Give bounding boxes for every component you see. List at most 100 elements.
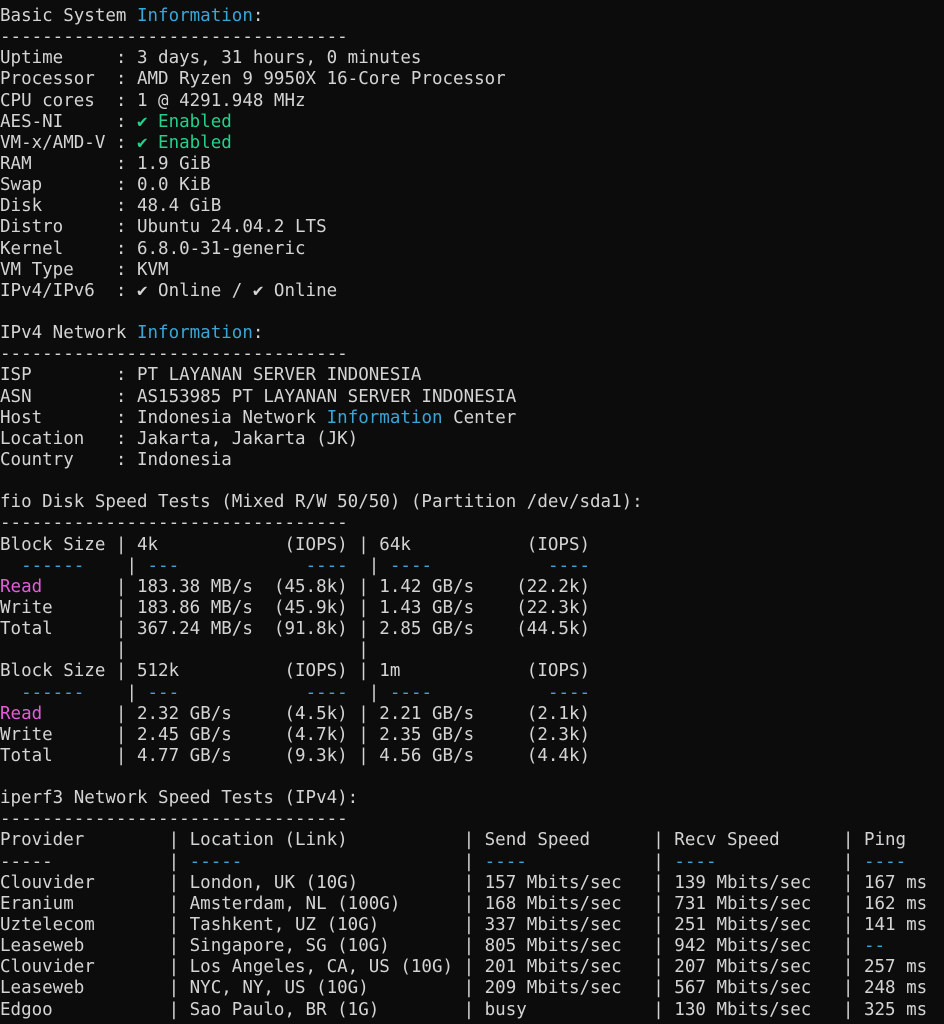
terminal-line: Read | 2.32 GB/s (4.5k) | 2.21 GB/s (2.1… [0, 704, 944, 725]
terminal-text-segment: Processor : AMD Ryzen 9 9950X 16-Core Pr… [0, 69, 506, 90]
terminal-text-segment: --------------------------------- [0, 344, 348, 365]
terminal-line: Block Size | 512k (IOPS) | 1m (IOPS) [0, 661, 944, 682]
terminal-text-segment: --- [147, 682, 180, 703]
terminal-line: ISP : PT LAYANAN SERVER INDONESIA [0, 365, 944, 386]
terminal-text-segment: Block Size | 4k (IOPS) | 64k (IOPS) [0, 534, 591, 555]
terminal-text-segment: ---- [305, 555, 348, 576]
terminal-line: | | [0, 640, 944, 661]
terminal-text-segment: Provider | Location (Link) | Send Speed … [0, 830, 907, 851]
terminal-line: Block Size | 4k (IOPS) | 64k (IOPS) [0, 535, 944, 556]
terminal-line: Read | 183.38 MB/s (45.8k) | 1.42 GB/s (… [0, 577, 944, 598]
terminal-text-segment: --------------------------------- [0, 809, 348, 830]
terminal-text-segment: Clouvider | London, UK (10G) | 157 Mbits… [0, 872, 928, 893]
terminal-text-segment: ---- [389, 555, 433, 576]
terminal-text-segment: ✔ Enabled [136, 132, 232, 153]
terminal-text-segment: --- [147, 555, 180, 576]
terminal-text-segment: Write | 2.45 GB/s (4.7k) | 2.35 GB/s (2.… [0, 724, 591, 745]
terminal-text-segment: Basic System [0, 6, 137, 26]
terminal-text-segment: ASN : AS153985 PT LAYANAN SERVER INDONES… [0, 386, 517, 407]
terminal-line: VM-x/AMD-V : ✔ Enabled [0, 133, 944, 154]
terminal-text-segment: | [347, 555, 390, 576]
terminal-text-segment: Leaseweb | NYC, NY, US (10G) | 209 Mbits… [0, 978, 928, 999]
terminal-text-segment: Read [0, 576, 43, 597]
terminal-text-segment: fio Disk Speed Tests (Mixed R/W 50/50) (… [0, 492, 643, 513]
terminal-text-segment: Clouvider | Los Angeles, CA, US (10G) | … [0, 957, 928, 978]
terminal-text-segment: ---- [864, 851, 907, 872]
terminal-line: fio Disk Speed Tests (Mixed R/W 50/50) (… [0, 492, 944, 513]
terminal-text-segment: | 2.32 GB/s (4.5k) | 2.21 GB/s (2.1k) [42, 703, 591, 724]
terminal-text-segment: Center [442, 407, 517, 428]
terminal-line: Clouvider | London, UK (10G) | 157 Mbits… [0, 873, 944, 894]
terminal-text-segment: | [716, 851, 865, 872]
terminal-line: Leaseweb | NYC, NY, US (10G) | 209 Mbits… [0, 978, 944, 999]
terminal-text-segment: --------------------------------- [0, 27, 348, 48]
terminal-line: IPv4 Network Information: [0, 323, 944, 344]
terminal-line: Uztelecom | Tashkent, UZ (10G) | 337 Mbi… [0, 915, 944, 936]
terminal-text-segment: IPv4/IPv6 : ✔ Online / ✔ Online [0, 280, 338, 301]
terminal-text-segment: Total | 367.24 MB/s (91.8k) | 2.85 GB/s … [0, 619, 591, 640]
terminal-line: Distro : Ubuntu 24.04.2 LTS [0, 217, 944, 238]
terminal-line: iperf3 Network Speed Tests (IPv4): [0, 788, 944, 809]
terminal-line: ASN : AS153985 PT LAYANAN SERVER INDONES… [0, 387, 944, 408]
terminal-line: Write | 2.45 GB/s (4.7k) | 2.35 GB/s (2.… [0, 725, 944, 746]
terminal-text-segment: Edgoo | Sao Paulo, BR (1G) | busy | 130 … [0, 999, 928, 1020]
terminal-line: --------------------------------- [0, 809, 944, 830]
terminal-line: CPU cores : 1 @ 4291.948 MHz [0, 91, 944, 112]
terminal-line: Host : Indonesia Network Information Cen… [0, 408, 944, 429]
terminal-text-segment: Distro : Ubuntu 24.04.2 LTS [0, 217, 327, 238]
terminal-text-segment: Information [326, 407, 443, 428]
terminal-text-segment: VM Type : KVM [0, 259, 169, 280]
terminal-line: IPv4/IPv6 : ✔ Online / ✔ Online [0, 281, 944, 302]
terminal-text-segment: Read [0, 703, 43, 724]
terminal-text-segment: Location : Jakarta, Jakarta (JK) [0, 428, 359, 449]
terminal-line: ------ | --- ---- | ---- ---- [0, 556, 944, 577]
terminal-text-segment: RAM : 1.9 GiB [0, 153, 211, 174]
terminal-text-segment: ------ [21, 682, 85, 703]
terminal-line: Edgoo | Sao Paulo, BR (1G) | busy | 130 … [0, 1000, 944, 1021]
terminal-text-segment: Kernel : 6.8.0-31-generic [0, 238, 306, 259]
terminal-line: Processor : AMD Ryzen 9 9950X 16-Core Pr… [0, 69, 944, 90]
terminal-text-segment: Uptime : 3 days, 31 hours, 0 minutes [0, 48, 422, 69]
terminal-text-segment: Information [136, 6, 253, 26]
terminal-text-segment: Swap : 0.0 KiB [0, 175, 211, 196]
terminal-text-segment: | [84, 682, 148, 703]
terminal-text-segment: | [84, 555, 148, 576]
terminal-line: AES-NI : ✔ Enabled [0, 112, 944, 133]
terminal-line: Total | 4.77 GB/s (9.3k) | 4.56 GB/s (4.… [0, 746, 944, 767]
terminal-text-segment: Information [136, 323, 253, 344]
terminal-text-segment: ---- [484, 851, 527, 872]
terminal-line: Write | 183.86 MB/s (45.9k) | 1.43 GB/s … [0, 598, 944, 619]
terminal-line: Eranium | Amsterdam, NL (100G) | 168 Mbi… [0, 894, 944, 915]
terminal-line: Leaseweb | Singapore, SG (10G) | 805 Mbi… [0, 936, 944, 957]
terminal-line: Uptime : 3 days, 31 hours, 0 minutes [0, 48, 944, 69]
terminal-text-segment: ---- [389, 682, 433, 703]
terminal-text-segment: VM-x/AMD-V : [0, 132, 137, 153]
terminal-output: Basic System Information: ---------------… [0, 6, 944, 1021]
terminal-text-segment: ----- [189, 851, 243, 872]
terminal-text-segment: | 183.38 MB/s (45.8k) | 1.42 GB/s (22.2k… [42, 576, 591, 597]
terminal-text-segment: : [252, 323, 264, 344]
terminal-text-segment: Country : Indonesia [0, 449, 232, 470]
terminal-text-segment: Write | 183.86 MB/s (45.9k) | 1.43 GB/s … [0, 597, 591, 618]
terminal-line: Disk : 48.4 GiB [0, 196, 944, 217]
terminal-line: --------------------------------- [0, 513, 944, 534]
terminal-line: --------------------------------- [0, 344, 944, 365]
terminal-text-segment: | | [0, 640, 369, 661]
terminal-text-segment: Total | 4.77 GB/s (9.3k) | 4.56 GB/s (4.… [0, 745, 591, 766]
terminal-line: Country : Indonesia [0, 450, 944, 471]
terminal-text-segment: iperf3 Network Speed Tests (IPv4): [0, 788, 359, 809]
terminal-text-segment: ---- [674, 851, 717, 872]
terminal-text-segment: Host : Indonesia Network [0, 407, 327, 428]
terminal-line: Location : Jakarta, Jakarta (JK) [0, 429, 944, 450]
terminal-text-segment: | [347, 682, 390, 703]
terminal-line: ----- | ----- | ---- | ---- | ---- [0, 852, 944, 873]
terminal-line: RAM : 1.9 GiB [0, 154, 944, 175]
terminal-text-segment: Block Size | 512k (IOPS) | 1m (IOPS) [0, 661, 591, 682]
terminal-line: --------------------------------- [0, 27, 944, 48]
terminal-line: Basic System Information: [0, 6, 944, 27]
terminal-text-segment: : [252, 6, 264, 26]
